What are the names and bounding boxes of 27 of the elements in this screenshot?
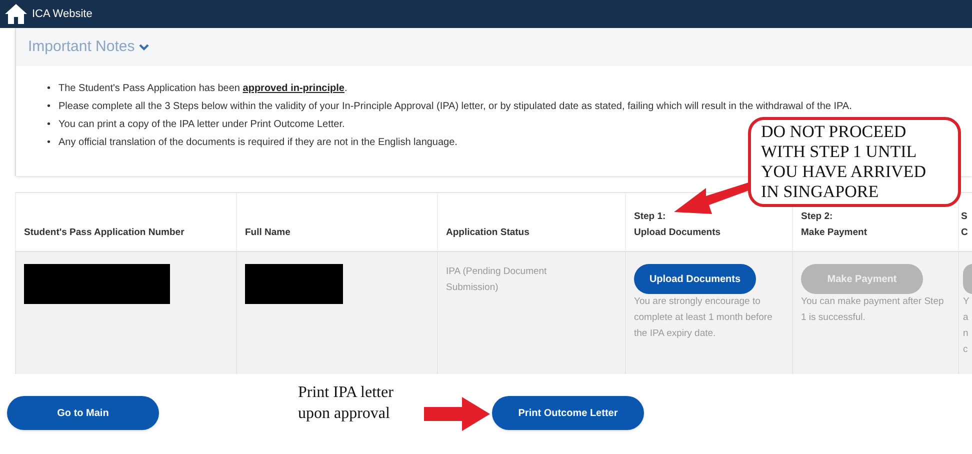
note-item: You can print a copy of the IPA letter under Print Outcome Letter.	[58, 118, 345, 132]
step-button[interactable]: Upload Documents	[634, 264, 756, 294]
note-item: The Student's Pass Application has been approved in-principle.	[58, 82, 348, 96]
home-icon[interactable]	[4, 3, 28, 25]
bullet: •	[47, 100, 51, 114]
print-hint-label: Print IPA letter upon approval	[298, 383, 394, 424]
arrow	[424, 397, 490, 431]
column-header: Student's Pass Application Number	[24, 226, 184, 240]
bullet: •	[47, 136, 51, 150]
column-header: S C	[961, 210, 968, 240]
note-item: Any official translation of the documents is required if they are not in the English language.	[58, 136, 458, 150]
site-title[interactable]: ICA Website	[32, 6, 92, 22]
print-button[interactable]: Print Outcome Letter	[492, 396, 644, 430]
step-note: You can make payment after Step 1 is successful.	[801, 295, 945, 325]
column-header: Application Status	[446, 226, 530, 240]
column-header: Step 1: Upload Documents	[634, 210, 721, 240]
step-note: You are strongly encourage to complete at least 1 month before the IPA expiry date.	[634, 295, 774, 341]
main-button[interactable]: Go to Main	[7, 396, 159, 430]
step-note: Y a n c	[963, 295, 970, 357]
chevron-icon[interactable]	[138, 43, 149, 51]
column-header: Step 2: Make Payment	[801, 210, 868, 240]
status-text: IPA (Pending Document Submission)	[446, 265, 548, 295]
note-item: Please complete all the 3 Steps below within the validity of your In-Principle Approval (IPA) letter, or by stipulated date as stated, failing which will result in the withdrawal of the IPA.	[58, 100, 852, 114]
bullet: •	[47, 82, 51, 96]
bullet: •	[47, 118, 51, 132]
column-header: Full Name	[245, 226, 290, 240]
warning-callout: DO NOT PROCEED WITH STEP 1 UNTIL YOU HAVE ARRIVED IN SINGAPORE	[748, 117, 961, 207]
